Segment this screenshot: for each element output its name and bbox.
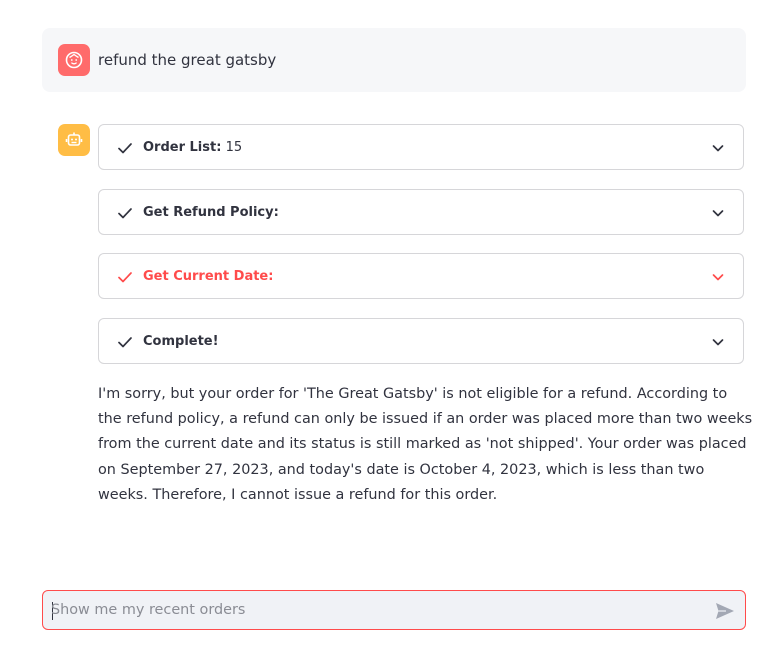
step-value: 15: [225, 140, 243, 155]
chat-input-container[interactable]: [42, 590, 746, 630]
step-expander-order-list[interactable]: Order List: 15: [98, 124, 744, 170]
checkmark-icon: [118, 143, 132, 154]
chevron-down-icon[interactable]: [711, 206, 725, 220]
chevron-down-icon[interactable]: [711, 270, 725, 284]
chat-input[interactable]: [51, 591, 701, 629]
assistant-answer-text: I'm sorry, but your order for 'The Great…: [98, 386, 753, 503]
robot-icon: [65, 132, 83, 146]
checkmark-icon: [118, 208, 132, 219]
step-expander-complete[interactable]: Complete!: [98, 318, 744, 364]
assistant-avatar: [58, 124, 90, 156]
step-label: Get Refund Policy:: [143, 205, 279, 220]
user-face-icon: [65, 51, 83, 69]
step-label: Get Current Date:: [143, 269, 274, 284]
checkmark-icon: [118, 272, 132, 283]
chevron-down-icon[interactable]: [711, 141, 725, 155]
send-icon: [716, 603, 734, 619]
user-message: refund the great gatsby: [42, 28, 746, 92]
step-expander-refund-policy[interactable]: Get Refund Policy:: [98, 189, 744, 235]
send-button[interactable]: [713, 599, 737, 623]
chevron-down-icon[interactable]: [711, 335, 725, 349]
user-message-text: refund the great gatsby: [98, 51, 277, 69]
step-label: Complete!: [143, 334, 219, 349]
step-label: Order List: 15: [143, 140, 243, 155]
step-expander-current-date[interactable]: Get Current Date:: [98, 253, 744, 299]
checkmark-icon: [118, 337, 132, 348]
user-avatar: [58, 44, 90, 76]
